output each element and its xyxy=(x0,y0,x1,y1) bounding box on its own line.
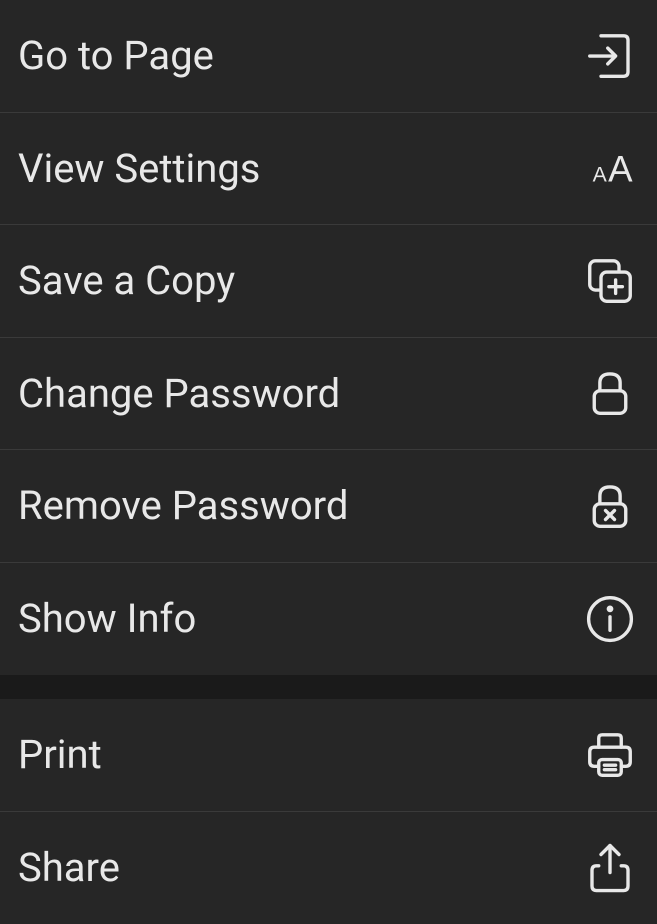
copy-plus-icon xyxy=(583,254,637,308)
menu-item-label: Share xyxy=(18,844,120,891)
menu-group-2: Print Share xyxy=(0,699,657,924)
menu-item-go-to-page[interactable]: Go to Page xyxy=(0,0,657,113)
menu-item-remove-password[interactable]: Remove Password xyxy=(0,450,657,563)
menu-group-1: Go to Page View Settings A A Save a Copy xyxy=(0,0,657,675)
share-icon xyxy=(583,841,637,895)
menu-item-print[interactable]: Print xyxy=(0,699,657,812)
menu-item-view-settings[interactable]: View Settings A A xyxy=(0,113,657,226)
lock-x-icon xyxy=(583,479,637,533)
lock-icon xyxy=(583,366,637,420)
menu-item-label: Print xyxy=(18,731,102,778)
menu-item-label: Remove Password xyxy=(18,482,348,529)
menu-item-label: Go to Page xyxy=(18,32,214,79)
menu-item-show-info[interactable]: Show Info xyxy=(0,563,657,676)
menu-item-change-password[interactable]: Change Password xyxy=(0,338,657,451)
menu-item-label: Change Password xyxy=(18,370,340,417)
page-arrow-icon xyxy=(583,29,637,83)
svg-text:A: A xyxy=(593,164,608,187)
menu-item-label: Save a Copy xyxy=(18,257,235,304)
menu-item-label: View Settings xyxy=(18,145,260,192)
info-icon xyxy=(583,592,637,646)
text-size-icon: A A xyxy=(583,141,637,195)
menu-item-save-copy[interactable]: Save a Copy xyxy=(0,225,657,338)
svg-text:A: A xyxy=(608,149,633,190)
printer-icon xyxy=(583,728,637,782)
menu-item-label: Show Info xyxy=(18,595,196,642)
menu-item-share[interactable]: Share xyxy=(0,812,657,924)
menu-separator xyxy=(0,675,657,699)
